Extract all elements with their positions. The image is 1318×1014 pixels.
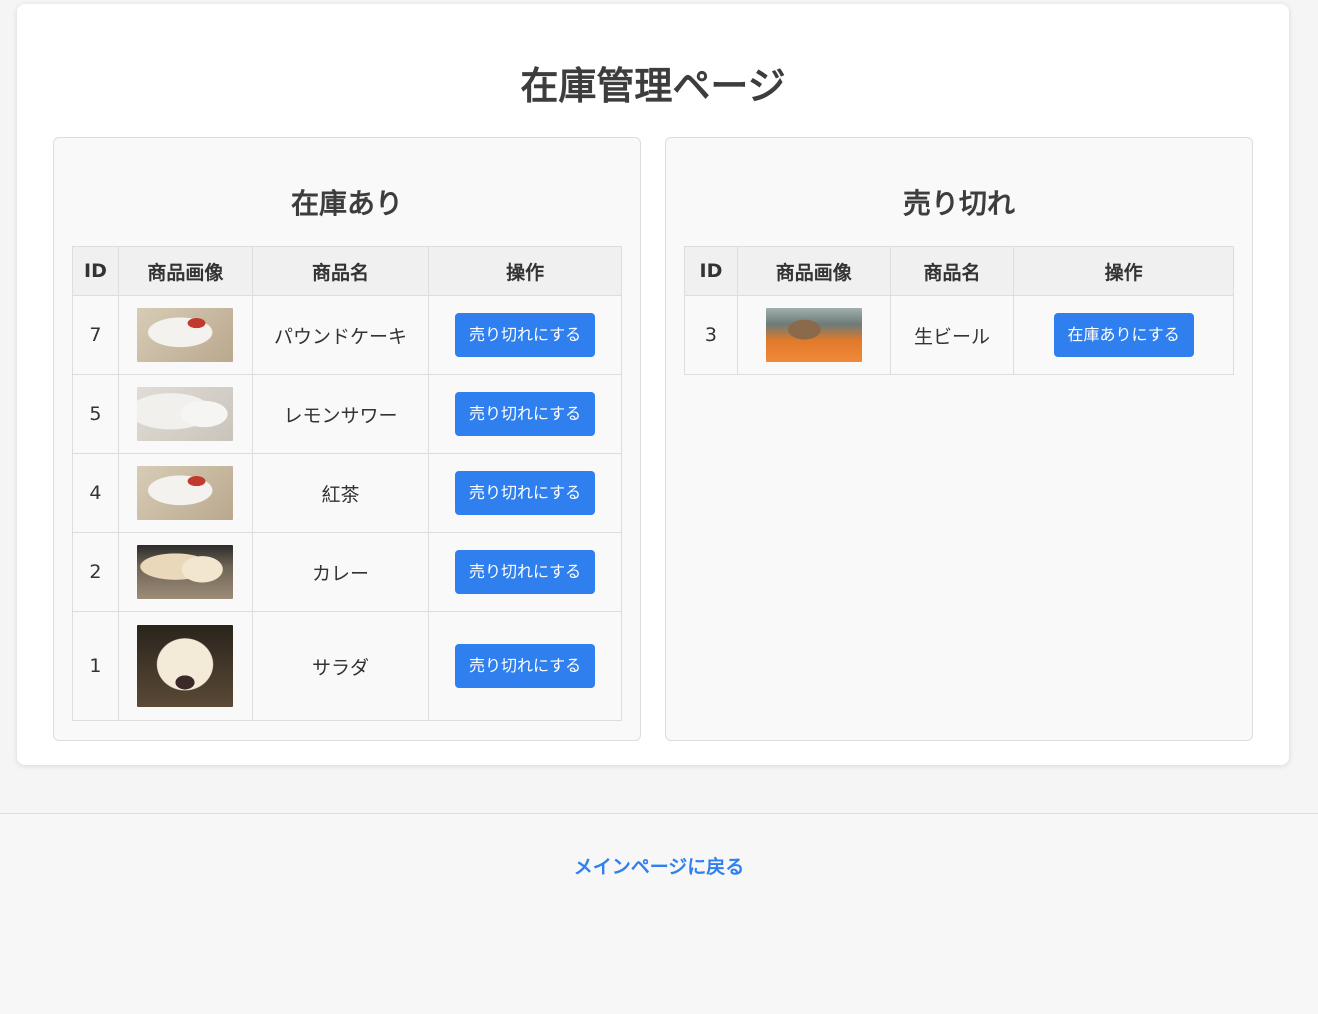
product-image <box>765 308 862 362</box>
product-name: 紅茶 <box>251 453 430 533</box>
header-action: 操作 <box>1013 246 1234 296</box>
product-name: サラダ <box>251 611 430 721</box>
product-name: パウンドケーキ <box>251 295 430 375</box>
back-to-main-link[interactable]: メインページに戻る <box>0 852 1318 879</box>
mark-sold-out-button[interactable]: 売り切れにする <box>455 392 596 436</box>
in-stock-title: 在庫あり <box>290 187 403 220</box>
header-action: 操作 <box>428 246 622 296</box>
table-row: 7 パウンドケーキ 売り切れにする <box>72 295 622 375</box>
footer: メインページに戻る <box>0 813 1318 1014</box>
in-stock-panel: 在庫あり ID 商品画像 商品名 操作 7 パウンドケーキ 売り切れにする 5 … <box>53 137 641 741</box>
mark-sold-out-button[interactable]: 売り切れにする <box>455 471 596 515</box>
header-image: 商品画像 <box>117 246 253 296</box>
header-image: 商品画像 <box>736 246 891 296</box>
mark-sold-out-button[interactable]: 売り切れにする <box>455 644 596 688</box>
product-id: 7 <box>72 295 119 375</box>
product-name: 生ビール <box>889 295 1015 375</box>
table-row: 3 生ビール 在庫ありにする <box>684 295 1234 375</box>
mark-sold-out-button[interactable]: 売り切れにする <box>455 550 596 594</box>
header-id: ID <box>684 246 738 296</box>
table-header-row: ID 商品画像 商品名 操作 <box>684 246 1234 296</box>
product-id: 3 <box>684 295 738 375</box>
product-id: 4 <box>72 453 119 533</box>
sold-out-title: 売り切れ <box>902 187 1015 220</box>
product-image <box>137 625 234 707</box>
header-name: 商品名 <box>251 246 430 296</box>
in-stock-table: ID 商品画像 商品名 操作 7 パウンドケーキ 売り切れにする 5 レモンサワ… <box>72 246 622 721</box>
header-name: 商品名 <box>889 246 1015 296</box>
sold-out-table: ID 商品画像 商品名 操作 3 生ビール 在庫ありにする <box>684 246 1234 375</box>
mark-in-stock-button[interactable]: 在庫ありにする <box>1053 313 1194 357</box>
product-image <box>137 545 234 599</box>
table-row: 4 紅茶 売り切れにする <box>72 453 622 533</box>
inventory-card: 在庫管理ページ 在庫あり ID 商品画像 商品名 操作 7 パウンドケーキ 売り… <box>17 4 1289 765</box>
header-id: ID <box>72 246 119 296</box>
product-id: 2 <box>72 532 119 612</box>
mark-sold-out-button[interactable]: 売り切れにする <box>455 313 596 357</box>
product-image <box>137 308 234 362</box>
sold-out-panel: 売り切れ ID 商品画像 商品名 操作 3 生ビール 在庫ありにする <box>665 137 1253 741</box>
table-header-row: ID 商品画像 商品名 操作 <box>72 246 622 296</box>
product-name: カレー <box>251 532 430 612</box>
table-row: 5 レモンサワー 売り切れにする <box>72 374 622 454</box>
product-id: 5 <box>72 374 119 454</box>
product-image <box>137 387 234 441</box>
table-row: 1 サラダ 売り切れにする <box>72 611 622 721</box>
table-row: 2 カレー 売り切れにする <box>72 532 622 612</box>
product-image <box>137 466 234 520</box>
product-id: 1 <box>72 611 119 721</box>
product-name: レモンサワー <box>251 374 430 454</box>
page-title: 在庫管理ページ <box>520 64 786 108</box>
